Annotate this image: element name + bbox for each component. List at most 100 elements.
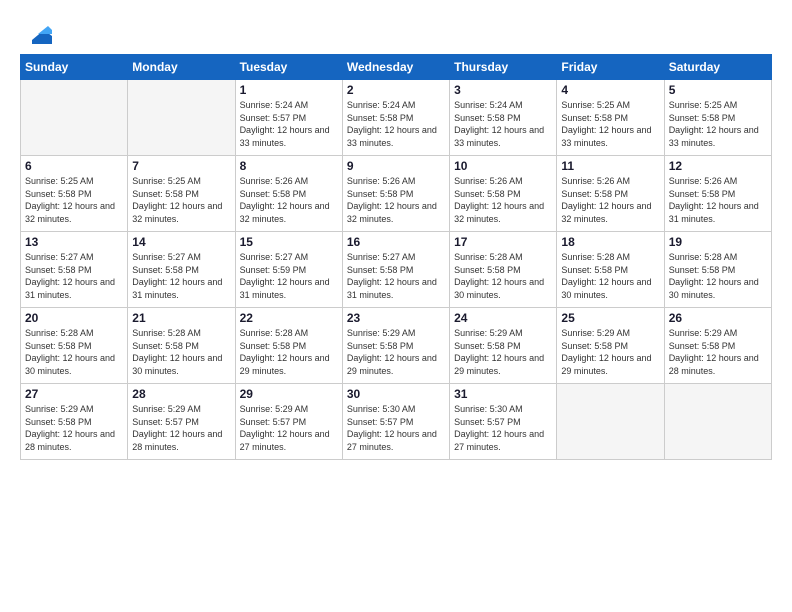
day-number: 10	[454, 159, 552, 173]
calendar-cell	[557, 384, 664, 460]
calendar-cell: 9 Sunrise: 5:26 AMSunset: 5:58 PMDaylight…	[342, 156, 449, 232]
day-detail: Sunrise: 5:26 AMSunset: 5:58 PMDaylight:…	[240, 175, 338, 225]
day-number: 21	[132, 311, 230, 325]
calendar-cell: 3Sunrise: 5:24 AMSunset: 5:58 PMDaylight…	[450, 80, 557, 156]
day-number: 25	[561, 311, 659, 325]
calendar-cell: 25 Sunrise: 5:29 AMSunset: 5:58 PMDayligh…	[557, 308, 664, 384]
day-number: 13	[25, 235, 123, 249]
day-detail: Sunrise: 5:28 AMSunset: 5:58 PMDaylight:…	[240, 327, 338, 377]
logo	[20, 16, 52, 44]
calendar-cell: 27 Sunrise: 5:29 AMSunset: 5:58 PMDayligh…	[21, 384, 128, 460]
day-detail: Sunrise: 5:27 AMSunset: 5:58 PMDaylight:…	[25, 251, 123, 301]
weekday-header-friday: Friday	[557, 55, 664, 80]
logo-icon	[24, 16, 52, 44]
page: SundayMondayTuesdayWednesdayThursdayFrid…	[0, 0, 792, 612]
day-number: 9	[347, 159, 445, 173]
day-detail: Sunrise: 5:24 AMSunset: 5:58 PMDaylight:…	[454, 99, 552, 149]
day-number: 7	[132, 159, 230, 173]
calendar-cell: 16 Sunrise: 5:27 AMSunset: 5:58 PMDayligh…	[342, 232, 449, 308]
calendar-cell: 24Sunrise: 5:29 AMSunset: 5:58 PMDayligh…	[450, 308, 557, 384]
calendar-cell: 12 Sunrise: 5:26 AMSunset: 5:58 PMDayligh…	[664, 156, 771, 232]
day-number: 28	[132, 387, 230, 401]
calendar-cell: 11 Sunrise: 5:26 AMSunset: 5:58 PMDayligh…	[557, 156, 664, 232]
weekday-header-saturday: Saturday	[664, 55, 771, 80]
day-detail: Sunrise: 5:24 AMSunset: 5:57 PMDaylight:…	[240, 99, 338, 149]
day-number: 29	[240, 387, 338, 401]
calendar-cell	[664, 384, 771, 460]
weekday-header-monday: Monday	[128, 55, 235, 80]
day-number: 6	[25, 159, 123, 173]
day-number: 11	[561, 159, 659, 173]
calendar-cell: 29Sunrise: 5:29 AMSunset: 5:57 PMDayligh…	[235, 384, 342, 460]
day-detail: Sunrise: 5:25 AMSunset: 5:58 PMDaylight:…	[25, 175, 123, 225]
day-detail: Sunrise: 5:29 AMSunset: 5:58 PMDaylight:…	[561, 327, 659, 377]
weekday-header-thursday: Thursday	[450, 55, 557, 80]
day-number: 12	[669, 159, 767, 173]
day-number: 15	[240, 235, 338, 249]
calendar-cell: 6 Sunrise: 5:25 AMSunset: 5:58 PMDaylight…	[21, 156, 128, 232]
day-number: 16	[347, 235, 445, 249]
calendar-cell: 30Sunrise: 5:30 AMSunset: 5:57 PMDayligh…	[342, 384, 449, 460]
calendar-cell	[21, 80, 128, 156]
day-detail: Sunrise: 5:29 AMSunset: 5:57 PMDaylight:…	[132, 403, 230, 453]
day-detail: Sunrise: 5:29 AMSunset: 5:58 PMDaylight:…	[25, 403, 123, 453]
day-detail: Sunrise: 5:27 AMSunset: 5:58 PMDaylight:…	[347, 251, 445, 301]
day-number: 23	[347, 311, 445, 325]
week-row-4: 20 Sunrise: 5:28 AMSunset: 5:58 PMDayligh…	[21, 308, 772, 384]
day-detail: Sunrise: 5:29 AMSunset: 5:58 PMDaylight:…	[669, 327, 767, 377]
day-detail: Sunrise: 5:28 AMSunset: 5:58 PMDaylight:…	[25, 327, 123, 377]
day-detail: Sunrise: 5:27 AMSunset: 5:58 PMDaylight:…	[132, 251, 230, 301]
day-number: 5	[669, 83, 767, 97]
day-number: 17	[454, 235, 552, 249]
week-row-3: 13 Sunrise: 5:27 AMSunset: 5:58 PMDayligh…	[21, 232, 772, 308]
calendar-cell: 8 Sunrise: 5:26 AMSunset: 5:58 PMDaylight…	[235, 156, 342, 232]
day-number: 4	[561, 83, 659, 97]
calendar-cell: 18 Sunrise: 5:28 AMSunset: 5:58 PMDayligh…	[557, 232, 664, 308]
day-number: 26	[669, 311, 767, 325]
calendar-table: SundayMondayTuesdayWednesdayThursdayFrid…	[20, 54, 772, 460]
day-detail: Sunrise: 5:26 AMSunset: 5:58 PMDaylight:…	[561, 175, 659, 225]
day-number: 27	[25, 387, 123, 401]
calendar-cell: 22Sunrise: 5:28 AMSunset: 5:58 PMDayligh…	[235, 308, 342, 384]
day-detail: Sunrise: 5:28 AMSunset: 5:58 PMDaylight:…	[132, 327, 230, 377]
calendar-cell	[128, 80, 235, 156]
day-detail: Sunrise: 5:26 AMSunset: 5:58 PMDaylight:…	[454, 175, 552, 225]
calendar-cell: 21 Sunrise: 5:28 AMSunset: 5:58 PMDayligh…	[128, 308, 235, 384]
day-detail: Sunrise: 5:25 AMSunset: 5:58 PMDaylight:…	[669, 99, 767, 149]
header	[20, 16, 772, 44]
calendar-cell: 13 Sunrise: 5:27 AMSunset: 5:58 PMDayligh…	[21, 232, 128, 308]
calendar-cell: 31Sunrise: 5:30 AMSunset: 5:57 PMDayligh…	[450, 384, 557, 460]
day-detail: Sunrise: 5:28 AMSunset: 5:58 PMDaylight:…	[561, 251, 659, 301]
day-number: 1	[240, 83, 338, 97]
day-number: 2	[347, 83, 445, 97]
day-number: 24	[454, 311, 552, 325]
weekday-header-tuesday: Tuesday	[235, 55, 342, 80]
calendar-cell: 20 Sunrise: 5:28 AMSunset: 5:58 PMDayligh…	[21, 308, 128, 384]
day-detail: Sunrise: 5:28 AMSunset: 5:58 PMDaylight:…	[669, 251, 767, 301]
calendar-cell: 28 Sunrise: 5:29 AMSunset: 5:57 PMDayligh…	[128, 384, 235, 460]
day-detail: Sunrise: 5:26 AMSunset: 5:58 PMDaylight:…	[347, 175, 445, 225]
day-detail: Sunrise: 5:29 AMSunset: 5:58 PMDaylight:…	[347, 327, 445, 377]
calendar-cell: 26 Sunrise: 5:29 AMSunset: 5:58 PMDayligh…	[664, 308, 771, 384]
week-row-2: 6 Sunrise: 5:25 AMSunset: 5:58 PMDaylight…	[21, 156, 772, 232]
calendar-cell: 5 Sunrise: 5:25 AMSunset: 5:58 PMDaylight…	[664, 80, 771, 156]
day-detail: Sunrise: 5:25 AMSunset: 5:58 PMDaylight:…	[561, 99, 659, 149]
week-row-1: 1 Sunrise: 5:24 AMSunset: 5:57 PMDaylight…	[21, 80, 772, 156]
day-number: 19	[669, 235, 767, 249]
weekday-header-wednesday: Wednesday	[342, 55, 449, 80]
calendar-cell: 7Sunrise: 5:25 AMSunset: 5:58 PMDaylight…	[128, 156, 235, 232]
day-detail: Sunrise: 5:28 AMSunset: 5:58 PMDaylight:…	[454, 251, 552, 301]
calendar-cell: 15 Sunrise: 5:27 AMSunset: 5:59 PMDayligh…	[235, 232, 342, 308]
calendar-cell: 17 Sunrise: 5:28 AMSunset: 5:58 PMDayligh…	[450, 232, 557, 308]
day-number: 14	[132, 235, 230, 249]
calendar-cell: 23 Sunrise: 5:29 AMSunset: 5:58 PMDayligh…	[342, 308, 449, 384]
calendar-cell: 19 Sunrise: 5:28 AMSunset: 5:58 PMDayligh…	[664, 232, 771, 308]
week-row-5: 27 Sunrise: 5:29 AMSunset: 5:58 PMDayligh…	[21, 384, 772, 460]
day-number: 20	[25, 311, 123, 325]
day-detail: Sunrise: 5:27 AMSunset: 5:59 PMDaylight:…	[240, 251, 338, 301]
day-detail: Sunrise: 5:30 AMSunset: 5:57 PMDaylight:…	[454, 403, 552, 453]
day-detail: Sunrise: 5:30 AMSunset: 5:57 PMDaylight:…	[347, 403, 445, 453]
day-number: 18	[561, 235, 659, 249]
day-number: 8	[240, 159, 338, 173]
day-detail: Sunrise: 5:26 AMSunset: 5:58 PMDaylight:…	[669, 175, 767, 225]
